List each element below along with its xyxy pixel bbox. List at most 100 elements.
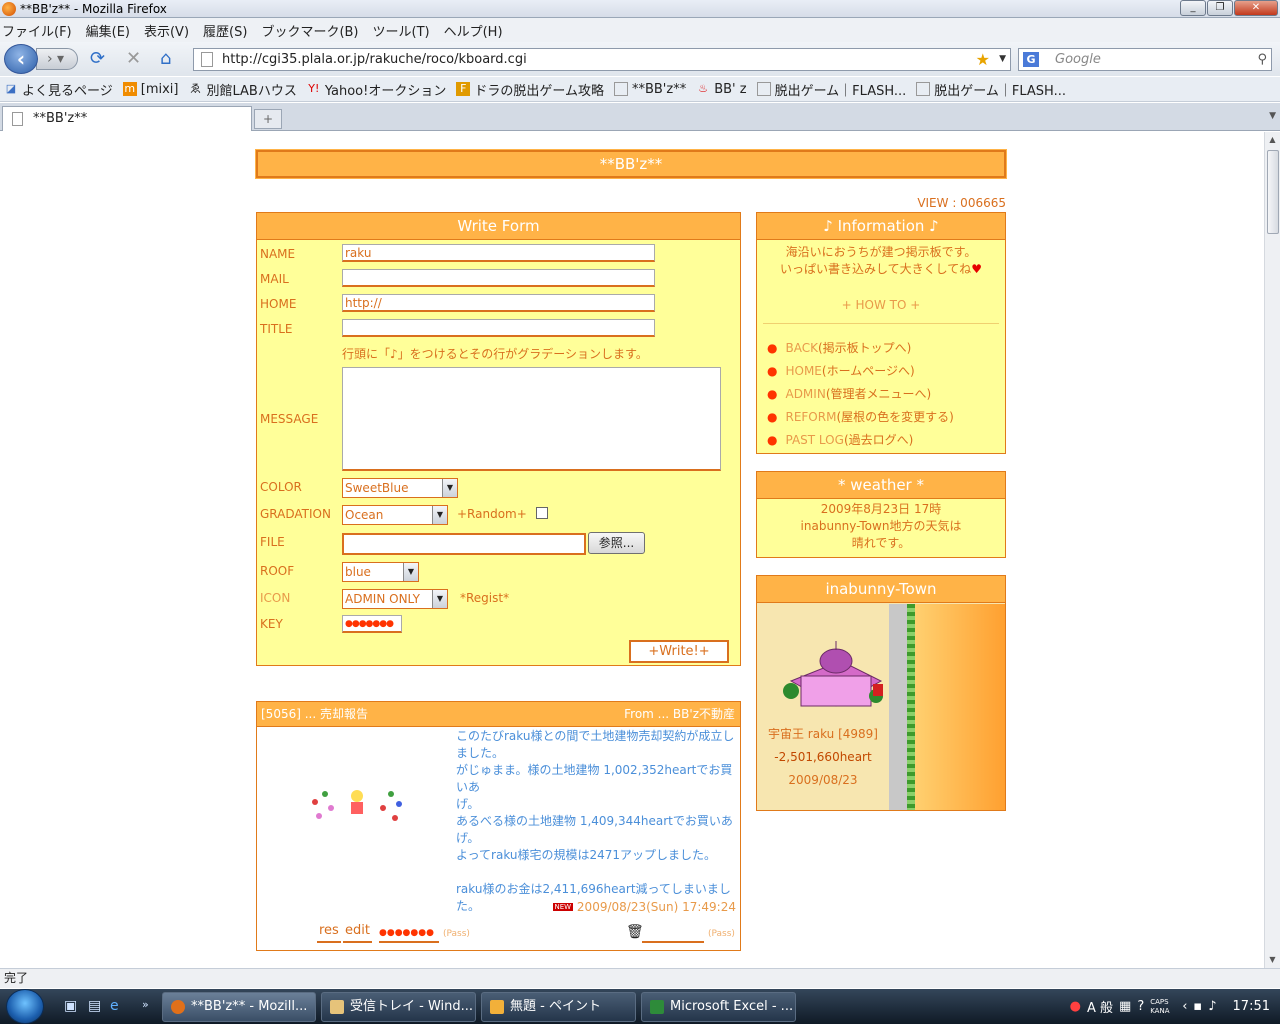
info-link-home[interactable]: ● HOME(ホームページへ) bbox=[767, 362, 915, 379]
alert-icon[interactable]: ● bbox=[1070, 999, 1081, 1014]
town-owner: 宇宙王 raku [4989] bbox=[767, 727, 878, 741]
edit-button[interactable]: edit bbox=[343, 923, 372, 943]
write-button[interactable]: +Write!+ bbox=[629, 640, 729, 663]
reload-icon[interactable]: ⟳ bbox=[90, 50, 105, 68]
clock[interactable]: 17:51 bbox=[1233, 999, 1270, 1014]
regist-link[interactable]: *Regist* bbox=[460, 591, 509, 605]
tab-list-icon[interactable]: ▼ bbox=[1269, 111, 1276, 121]
browse-button[interactable]: 参照... bbox=[588, 532, 645, 554]
ime-indicator[interactable]: A 般 bbox=[1087, 997, 1113, 1016]
info-link-admin[interactable]: ● ADMIN(管理者メニューへ) bbox=[767, 385, 931, 402]
info-link-pastlog[interactable]: ● PAST LOG(過去ログへ) bbox=[767, 431, 913, 448]
ie-icon[interactable]: e bbox=[110, 998, 119, 1014]
menu-tools[interactable]: ツール(T) bbox=[373, 21, 430, 40]
url-bar[interactable]: http://cgi35.plala.or.jp/rakuche/roco/kb… bbox=[193, 48, 1011, 71]
key-label: KEY bbox=[260, 617, 283, 631]
post-card: [5056] ... 売却報告 From ... BB'z不動産 このたびrak… bbox=[256, 701, 741, 951]
bookmark-item[interactable]: m [mixi] bbox=[122, 82, 178, 97]
switch-windows-icon[interactable]: ▤ bbox=[88, 998, 101, 1014]
view-counter: VIEW : 006665 bbox=[917, 196, 1006, 210]
volume-icon[interactable]: ♪ bbox=[1208, 999, 1216, 1014]
delete-pass-input[interactable] bbox=[642, 924, 704, 943]
gradation-select[interactable]: Ocean ▼ bbox=[342, 505, 448, 525]
menu-history[interactable]: 履歴(S) bbox=[203, 21, 247, 40]
network-icon[interactable]: ▪ bbox=[1193, 999, 1202, 1014]
bookmark-item[interactable]: 脱出ゲーム｜FLASH... bbox=[916, 80, 1066, 99]
weather-header: * weather * bbox=[757, 472, 1005, 499]
search-icon[interactable]: ⚲ bbox=[1257, 49, 1267, 70]
name-input[interactable]: raku bbox=[342, 244, 655, 262]
bookmark-item[interactable]: Y! Yahoo!オークション bbox=[307, 80, 446, 99]
menu-view[interactable]: 表示(V) bbox=[144, 21, 189, 40]
icon-select[interactable]: ADMIN ONLY ▼ bbox=[342, 589, 448, 609]
tab-bbz[interactable]: **BB'z** bbox=[2, 106, 252, 131]
post-date-row: NEW 2009/08/23(Sun) 17:49:24 bbox=[552, 900, 736, 914]
url-dropdown-icon[interactable]: ▼ bbox=[999, 49, 1006, 70]
page-icon bbox=[12, 112, 23, 126]
start-button[interactable] bbox=[6, 989, 44, 1024]
task-firefox[interactable]: **BB'z** - Mozill... bbox=[162, 992, 316, 1022]
close-button[interactable]: ✕ bbox=[1234, 0, 1278, 16]
quicklaunch-more-icon[interactable]: » bbox=[142, 998, 149, 1011]
title-label: TITLE bbox=[260, 322, 293, 336]
menu-bookmarks[interactable]: ブックマーク(B) bbox=[261, 21, 358, 40]
stop-icon[interactable]: ✕ bbox=[126, 50, 141, 68]
bookmark-item[interactable]: ゑ別館LABハウス bbox=[188, 80, 297, 99]
menu-help[interactable]: ヘルプ(H) bbox=[444, 21, 503, 40]
help-icon[interactable]: ? bbox=[1137, 999, 1144, 1014]
status-bar: 完了 bbox=[0, 968, 1280, 988]
random-checkbox[interactable] bbox=[536, 507, 548, 519]
title-input[interactable] bbox=[342, 319, 655, 337]
key-input[interactable]: ●●●●●●● bbox=[342, 615, 402, 633]
taskbar: ▣ ▤ e » **BB'z** - Mozill... 受信トレイ - Win… bbox=[0, 989, 1280, 1024]
info-link-reform[interactable]: ● REFORM(屋根の色を変更する) bbox=[767, 408, 954, 425]
forward-button[interactable]: › ▾ bbox=[36, 48, 78, 70]
bookmark-item[interactable]: 脱出ゲーム｜FLASH... bbox=[756, 80, 906, 99]
menu-file[interactable]: ファイル(F) bbox=[2, 21, 72, 40]
show-desktop-icon[interactable]: ▣ bbox=[64, 998, 77, 1014]
vertical-scrollbar[interactable]: ▲ ▼ bbox=[1264, 132, 1280, 968]
weather-body: 2009年8月23日 17時 inabunny-Town地方の天気は 晴れです。 bbox=[757, 499, 1005, 557]
search-box[interactable]: G Google ⚲ bbox=[1018, 48, 1272, 71]
write-form-header: Write Form bbox=[257, 213, 740, 240]
scroll-down-icon[interactable]: ▼ bbox=[1265, 952, 1280, 968]
bookmark-item[interactable]: **BB'z** bbox=[613, 82, 686, 97]
menu-bar: ファイル(F) 編集(E) 表示(V) 履歴(S) ブックマーク(B) ツール(… bbox=[0, 18, 1280, 42]
scroll-up-icon[interactable]: ▲ bbox=[1265, 132, 1280, 148]
minimize-button[interactable]: _ bbox=[1180, 0, 1206, 16]
bookmark-star-icon[interactable]: ★ bbox=[976, 49, 990, 70]
toolbox-icon[interactable]: ▦ bbox=[1119, 999, 1131, 1014]
heart-icon: ♥ bbox=[971, 262, 983, 276]
bookmark-item[interactable]: ♨ BB' z bbox=[696, 82, 746, 97]
post-from: From ... BB'z不動産 bbox=[624, 707, 735, 721]
task-mail[interactable]: 受信トレイ - Wind... bbox=[321, 992, 476, 1022]
message-textarea[interactable] bbox=[342, 367, 721, 471]
bookmark-item[interactable]: F ドラの脱出ゲーム攻略 bbox=[456, 80, 604, 99]
res-button[interactable]: res bbox=[317, 923, 341, 943]
google-icon[interactable]: G bbox=[1023, 52, 1039, 67]
home-input[interactable]: http:// bbox=[342, 294, 655, 312]
back-button[interactable]: ‹ bbox=[4, 44, 38, 74]
info-link-back[interactable]: ● BACK(掲示板トップへ) bbox=[767, 339, 911, 356]
icon-label: ICON bbox=[260, 591, 291, 605]
post-pass-input[interactable]: ●●●●●●● bbox=[379, 924, 439, 943]
divider bbox=[763, 323, 999, 324]
task-paint[interactable]: 無題 - ペイント bbox=[481, 992, 636, 1022]
bookmark-item[interactable]: ◪ よく見るページ bbox=[4, 80, 113, 99]
scroll-thumb[interactable] bbox=[1267, 150, 1279, 234]
task-excel[interactable]: Microsoft Excel - ... bbox=[641, 992, 796, 1022]
gradation-label: GRADATION bbox=[260, 507, 331, 521]
information-panel: ♪ Information ♪ 海沿いにおうちが建つ掲示板です。 いっぱい書き込… bbox=[756, 212, 1006, 454]
tray-expand-icon[interactable]: ‹ bbox=[1182, 999, 1187, 1014]
file-input[interactable] bbox=[342, 533, 586, 555]
navigation-toolbar: › ▾ ‹ ⟳ ✕ ⌂ http://cgi35.plala.or.jp/rak… bbox=[0, 42, 1280, 76]
angel-avatar bbox=[312, 790, 402, 821]
new-tab-button[interactable]: + bbox=[254, 109, 282, 129]
menu-edit[interactable]: 編集(E) bbox=[86, 21, 130, 40]
maximize-button[interactable]: ❐ bbox=[1207, 0, 1233, 16]
mail-input[interactable] bbox=[342, 269, 655, 287]
firefox-icon bbox=[2, 2, 16, 16]
home-icon[interactable]: ⌂ bbox=[160, 50, 171, 68]
roof-select[interactable]: blue ▼ bbox=[342, 562, 419, 582]
color-select[interactable]: SweetBlue ▼ bbox=[342, 478, 458, 498]
